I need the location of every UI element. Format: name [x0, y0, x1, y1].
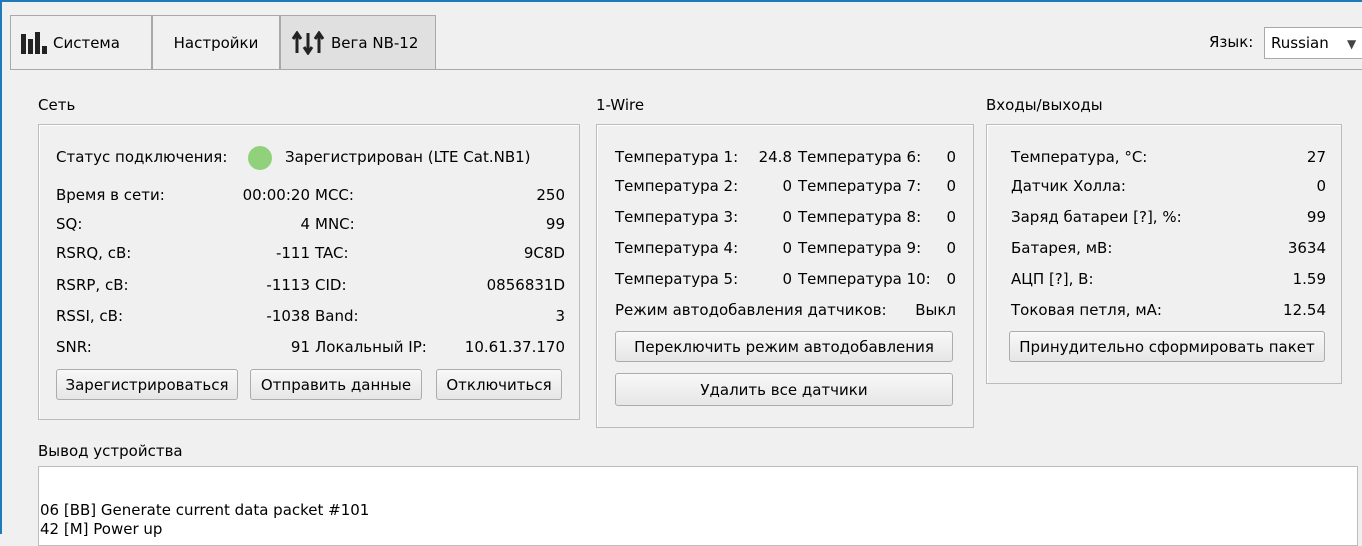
network-value: 9C8D: [523, 244, 565, 262]
sort-arrows-icon: [291, 30, 325, 55]
network-label: Band:: [315, 307, 359, 325]
tab-settings-label: Настройки: [173, 33, 259, 52]
network-value: -1113: [266, 276, 310, 294]
network-value: 91: [290, 338, 310, 356]
tab-system[interactable]: Система: [10, 15, 152, 69]
temperature-label: Температура 10:: [798, 270, 931, 288]
io-label: Датчик Холла:: [1011, 177, 1126, 195]
send-data-button[interactable]: Отправить данные: [250, 369, 422, 400]
network-label: MNC:: [315, 215, 355, 233]
io-value: 99: [1306, 208, 1326, 226]
toggle-autoadd-button[interactable]: Переключить режим автодобавления: [615, 331, 953, 362]
io-group-title: Входы/выходы: [986, 96, 1103, 114]
window-left-border: [0, 0, 2, 534]
io-label: Токовая петля, мА:: [1011, 301, 1162, 319]
network-value: -1038: [266, 307, 310, 325]
window-top-border: [0, 0, 1362, 2]
network-value: 4: [300, 215, 310, 233]
temperature-label: Температура 2:: [615, 177, 739, 195]
tab-bar-divider: [10, 69, 1362, 70]
language-selected-value: Russian: [1271, 34, 1329, 52]
network-label: CID:: [315, 276, 347, 294]
device-output-title: Вывод устройства: [38, 442, 183, 460]
autoadd-mode-label: Режим автодобавления датчиков:: [615, 301, 887, 319]
network-label: MCC:: [315, 186, 354, 204]
io-value: 0: [1316, 177, 1326, 195]
io-value: 3634: [1287, 239, 1326, 257]
io-value: 12.54: [1283, 301, 1326, 319]
temperature-value: 0: [782, 270, 792, 288]
network-value: 3: [555, 307, 565, 325]
network-label: RSRP, cB:: [56, 276, 129, 294]
connection-status-value: Зарегистрирован (LTE Cat.NB1): [285, 148, 531, 166]
temperature-value: 0: [782, 239, 792, 257]
temperature-value: 0: [782, 177, 792, 195]
force-packet-button[interactable]: Принудительно сформировать пакет: [1009, 331, 1325, 362]
temperature-value: 24.8: [758, 148, 792, 166]
network-label: RSRQ, cB:: [56, 244, 132, 262]
chevron-down-icon: ▼: [1347, 37, 1357, 51]
bar-chart-icon: [21, 31, 47, 54]
network-label: SQ:: [56, 215, 83, 233]
network-value: 99: [545, 215, 565, 233]
temperature-label: Температура 3:: [615, 208, 739, 226]
language-select[interactable]: Russian ▼: [1264, 27, 1362, 59]
register-button[interactable]: Зарегистрироваться: [56, 369, 238, 400]
tab-vega-label: Вега NB-12: [331, 33, 419, 52]
temperature-value: 0: [946, 208, 956, 226]
temperature-value: 0: [946, 177, 956, 195]
network-label: Время в сети:: [56, 186, 165, 204]
temperature-label: Температура 5:: [615, 270, 739, 288]
network-value: 00:00:20: [242, 186, 310, 204]
temperature-value: 0: [946, 148, 956, 166]
io-value: 1.59: [1292, 270, 1326, 288]
temperature-value: 0: [946, 270, 956, 288]
io-label: АЦП [?], В:: [1011, 270, 1094, 288]
autoadd-mode-value: Выкл: [915, 301, 956, 319]
io-label: Батарея, мВ:: [1011, 239, 1113, 257]
delete-all-sensors-button[interactable]: Удалить все датчики: [615, 373, 953, 406]
network-value: 10.61.37.170: [464, 338, 565, 356]
disconnect-button[interactable]: Отключиться: [436, 369, 562, 400]
temperature-label: Температура 8:: [798, 208, 922, 226]
network-label: RSSI, cB:: [56, 307, 124, 325]
network-label: SNR:: [56, 338, 92, 356]
language-label: Язык:: [1209, 33, 1254, 51]
temperature-label: Температура 7:: [798, 177, 922, 195]
temperature-label: Температура 4:: [615, 239, 739, 257]
temperature-label: Температура 1:: [615, 148, 739, 166]
tab-settings[interactable]: Настройки: [152, 15, 280, 69]
network-value: -111: [275, 244, 310, 262]
temperature-value: 0: [782, 208, 792, 226]
tab-vega-nb12[interactable]: Вега NB-12: [280, 15, 436, 69]
tab-system-label: Система: [53, 33, 120, 52]
network-label: Локальный IP:: [315, 338, 427, 356]
temperature-label: Температура 9:: [798, 239, 922, 257]
network-group-title: Сеть: [38, 96, 76, 114]
temperature-label: Температура 6:: [798, 148, 922, 166]
log-line: 42 [M] Power up: [40, 520, 163, 538]
io-label: Заряд батареи [?], %:: [1011, 208, 1182, 226]
temperature-value: 0: [946, 239, 956, 257]
network-value: 250: [536, 186, 565, 204]
io-label: Температура, °C:: [1011, 148, 1148, 166]
io-value: 27: [1306, 148, 1326, 166]
network-value: 0856831D: [486, 276, 565, 294]
network-label: TAC:: [315, 244, 349, 262]
log-line: 06 [BB] Generate current data packet #10…: [40, 501, 370, 519]
connection-status-indicator: [248, 146, 272, 170]
onewire-group-title: 1-Wire: [596, 96, 645, 114]
connection-status-label: Статус подключения:: [56, 148, 228, 166]
